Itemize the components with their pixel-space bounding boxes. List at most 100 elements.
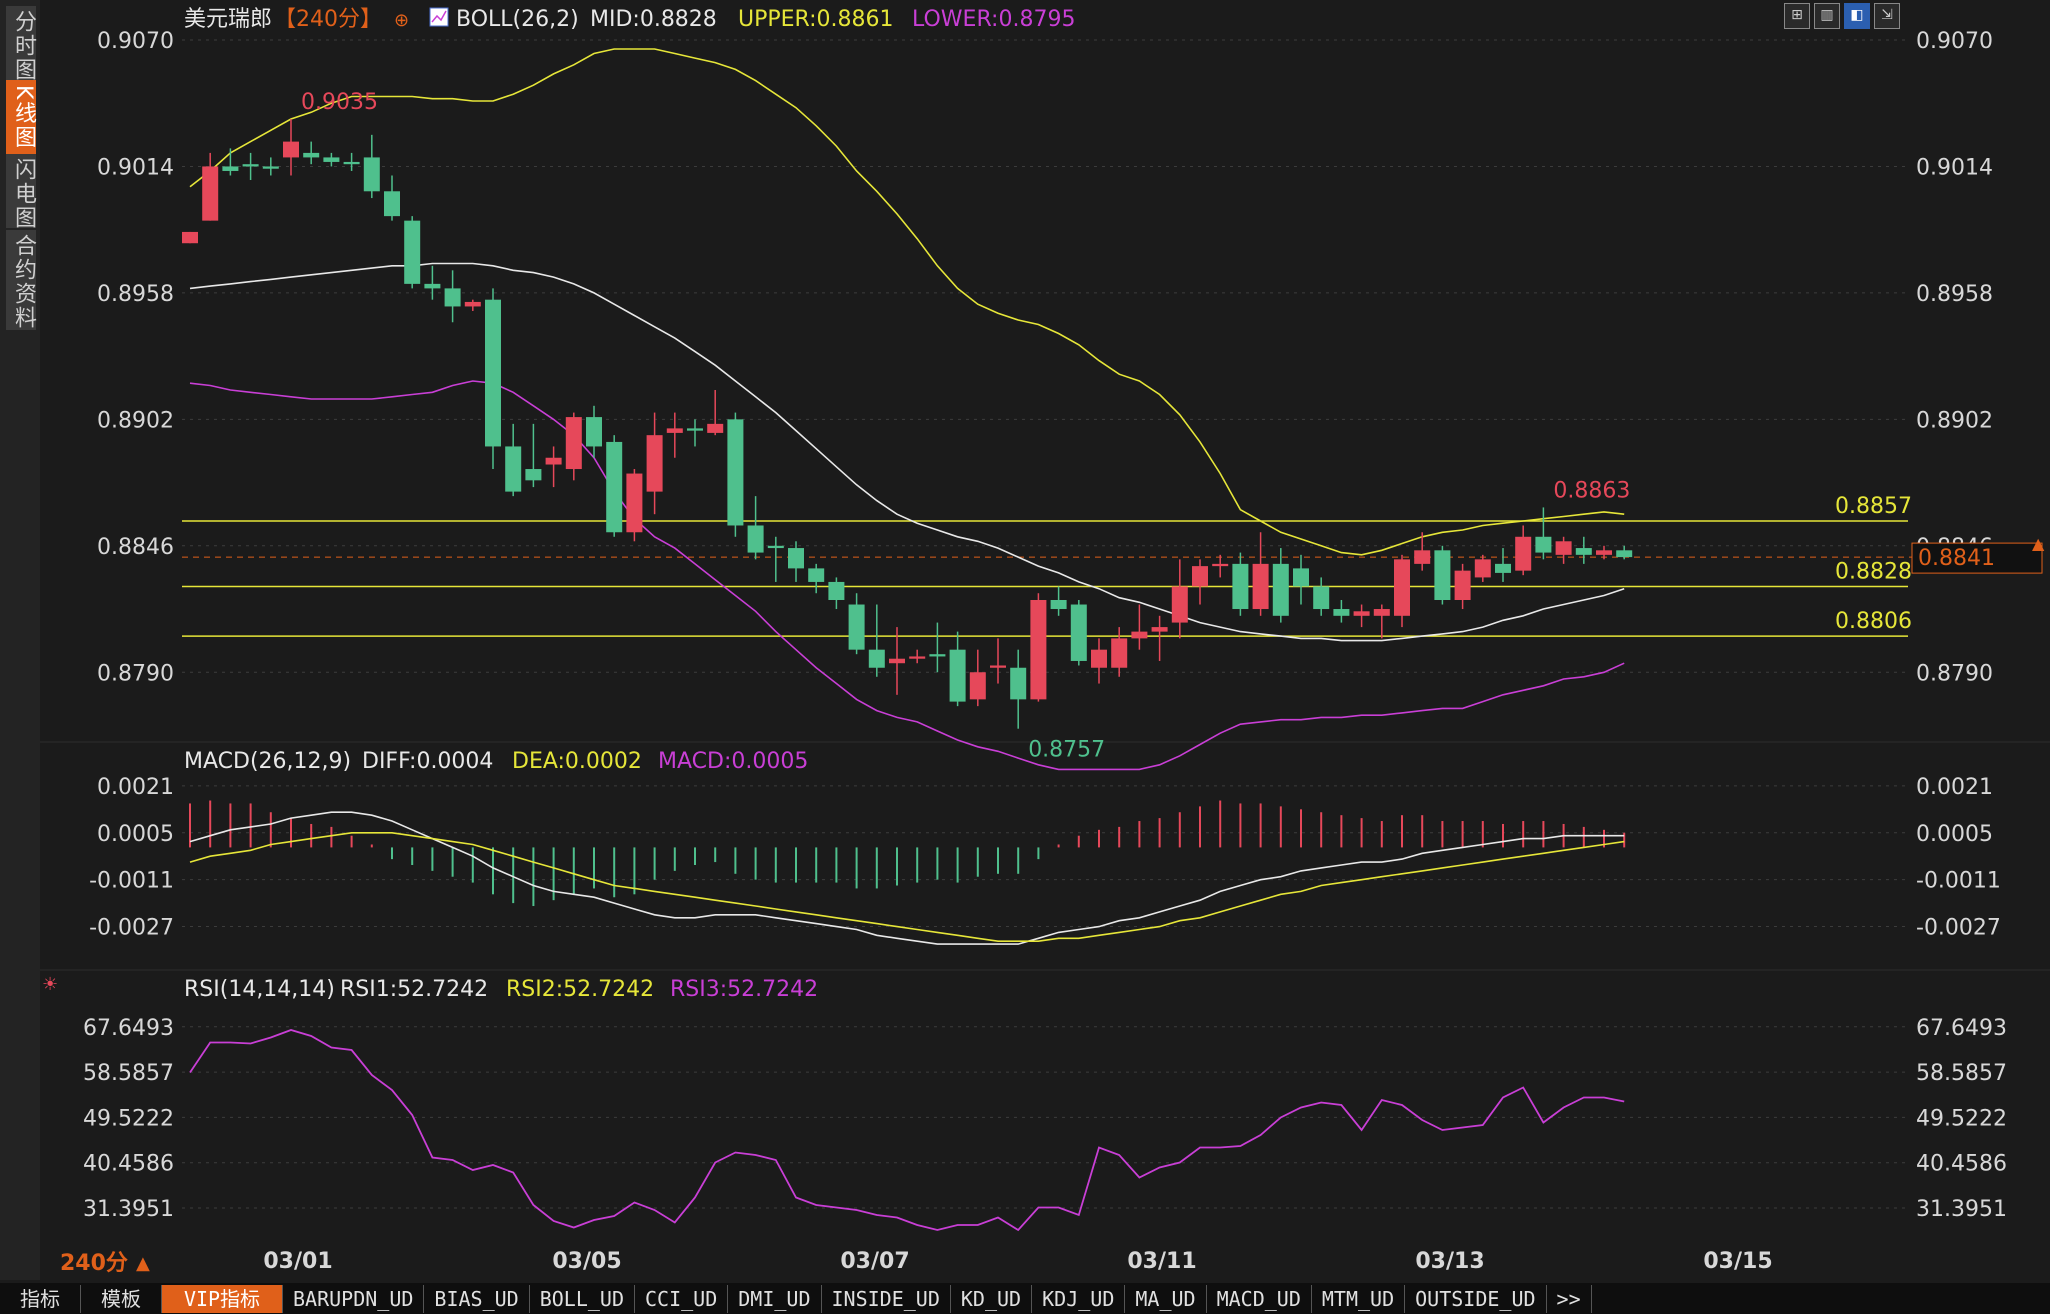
candle-body: [1131, 631, 1148, 639]
candle-body: [384, 191, 400, 217]
hline-label: 0.8828: [1835, 559, 1912, 584]
crosshair-icon[interactable]: ⊞: [1784, 3, 1810, 29]
tab-cci-ud[interactable]: CCI_UD: [635, 1284, 729, 1313]
candle-body: [848, 604, 865, 650]
candle-body: [1151, 627, 1168, 632]
candle-body: [828, 581, 845, 600]
current-price-value: 0.8841: [1918, 546, 1995, 571]
candle-body: [788, 548, 804, 569]
macd-y-tick-left: -0.0011: [89, 869, 174, 894]
tab-macd-ud[interactable]: MACD_UD: [1207, 1284, 1312, 1313]
tab-bias-ud[interactable]: BIAS_UD: [424, 1284, 530, 1313]
tab-kd-ud[interactable]: KD_UD: [951, 1284, 1033, 1313]
candle-body: [202, 166, 219, 221]
boll-upper-line: [189, 48, 1625, 556]
candle-body: [1333, 609, 1350, 616]
tab-indicators[interactable]: 指标: [0, 1284, 81, 1313]
macd-y-axis: 0.0021 0.0005 -0.0011 -0.0027 0.0021 0.0…: [89, 775, 2001, 941]
rsi-y-tick-left: 58.5857: [83, 1061, 174, 1086]
candle-body: [626, 473, 643, 533]
candle-body: [1495, 563, 1511, 573]
candle-body: [343, 161, 360, 165]
tab-templates[interactable]: 模板: [81, 1284, 162, 1313]
x-tick-label: 03/01: [263, 1249, 332, 1274]
period-up-icon[interactable]: ▲: [136, 1253, 150, 1274]
tab-mtm-ud[interactable]: MTM_UD: [1312, 1284, 1406, 1313]
chart-layout-icon[interactable]: ▥: [1814, 3, 1840, 29]
settings-sun-icon[interactable]: ☀: [42, 974, 58, 995]
rsi-y-tick-left: 49.5222: [83, 1106, 174, 1131]
rsi2-value: RSI2:52.7242: [506, 977, 654, 1002]
macd-dea-value: DEA:0.0002: [512, 749, 642, 774]
tab-barupdn-ud[interactable]: BARUPDN_UD: [283, 1284, 425, 1313]
indicator-tab-bar: 指标 模板 VIP指标 BARUPDN_UD BIAS_UD BOLL_UD C…: [0, 1283, 2050, 1314]
macd-panel[interactable]: [189, 800, 1626, 945]
candle-body: [1555, 541, 1572, 555]
candle-body: [1171, 586, 1188, 623]
candle-body: [949, 649, 966, 702]
candle-body: [485, 299, 501, 447]
candle-body: [1272, 563, 1289, 616]
boll-lower-value: LOWER:0.8795: [912, 7, 1075, 32]
candle-body: [444, 288, 461, 307]
candle-body: [424, 283, 441, 289]
candle-body: [525, 469, 542, 481]
x-tick-label: 03/13: [1415, 1249, 1484, 1274]
main-y-tick-left: 0.9070: [97, 29, 174, 54]
macd-y-tick-left: 0.0021: [97, 775, 174, 800]
period-selector[interactable]: 240分: [60, 1251, 128, 1276]
main-y-tick-right: 0.8790: [1916, 661, 1993, 686]
main-y-tick-right: 0.8902: [1916, 408, 1993, 433]
rsi-y-axis: 67.6493 58.5857 49.5222 40.4586 31.3951 …: [83, 1016, 2007, 1222]
tab-kdj-ud[interactable]: KDJ_UD: [1032, 1284, 1126, 1313]
candle-body: [586, 417, 602, 447]
macd-y-tick-right: 0.0021: [1916, 775, 1993, 800]
tab-ma-ud[interactable]: MA_UD: [1125, 1284, 1207, 1313]
rsi-y-tick-right: 67.6493: [1916, 1016, 2007, 1041]
x-tick-label: 03/11: [1127, 1249, 1196, 1274]
macd-indicator-label: MACD(26,12,9): [184, 749, 351, 774]
main-y-tick-right: 0.9014: [1916, 155, 1993, 180]
candle-body: [808, 568, 825, 582]
candle-body: [1394, 559, 1410, 616]
tab-dmi-ud[interactable]: DMI_UD: [728, 1284, 822, 1313]
tab-more[interactable]: >>: [1547, 1284, 1592, 1313]
recent-high-annotation: 0.8863: [1553, 478, 1630, 503]
main-y-tick-left: 0.9014: [97, 155, 174, 180]
candle-body: [767, 545, 784, 549]
candle-mode-icon[interactable]: ◧: [1844, 3, 1870, 29]
candle-body: [1252, 563, 1269, 610]
candle-body: [1616, 550, 1633, 558]
candle-body: [404, 220, 421, 284]
macd-y-tick-left: 0.0005: [97, 822, 174, 847]
candle-body: [1353, 611, 1370, 616]
tab-outside-ud[interactable]: OUTSIDE_UD: [1405, 1284, 1547, 1313]
header-period: 【240分】: [274, 7, 382, 32]
boll-upper-value: UPPER:0.8861: [738, 7, 894, 32]
boll-mid-value: MID:0.8828: [590, 7, 717, 32]
candle-body: [1535, 536, 1552, 553]
candle-body: [1313, 586, 1330, 610]
candle-body: [1515, 536, 1532, 571]
candle-body: [464, 301, 481, 307]
add-indicator-icon[interactable]: ⊕: [394, 10, 409, 31]
macd-y-tick-right: -0.0011: [1916, 869, 2001, 894]
rsi-y-tick-right: 49.5222: [1916, 1106, 2007, 1131]
tab-inside-ud[interactable]: INSIDE_UD: [822, 1284, 951, 1313]
candle-body: [545, 457, 562, 465]
candle-body: [1091, 649, 1107, 668]
rsi-y-tick-right: 31.3951: [1916, 1197, 2007, 1222]
fullscreen-icon[interactable]: ⇲: [1874, 3, 1900, 29]
macd-dea-line: [189, 831, 1625, 943]
candle-body: [1596, 550, 1612, 555]
main-y-tick-left: 0.8846: [97, 535, 174, 560]
candle-body: [687, 428, 703, 431]
tab-vip-indicators[interactable]: VIP指标: [162, 1284, 283, 1313]
candle-body: [889, 658, 905, 664]
candle-body: [929, 654, 946, 657]
candle-body: [323, 157, 340, 162]
rsi-panel[interactable]: [189, 1029, 1625, 1232]
rsi1-value: RSI1:52.7242: [340, 977, 488, 1002]
tab-boll-ud[interactable]: BOLL_UD: [530, 1284, 636, 1313]
chart-canvas[interactable]: 美元瑞郎 【240分】 ⊕ BOLL(26,2) MID:0.8828 UPPE…: [0, 0, 2050, 1283]
